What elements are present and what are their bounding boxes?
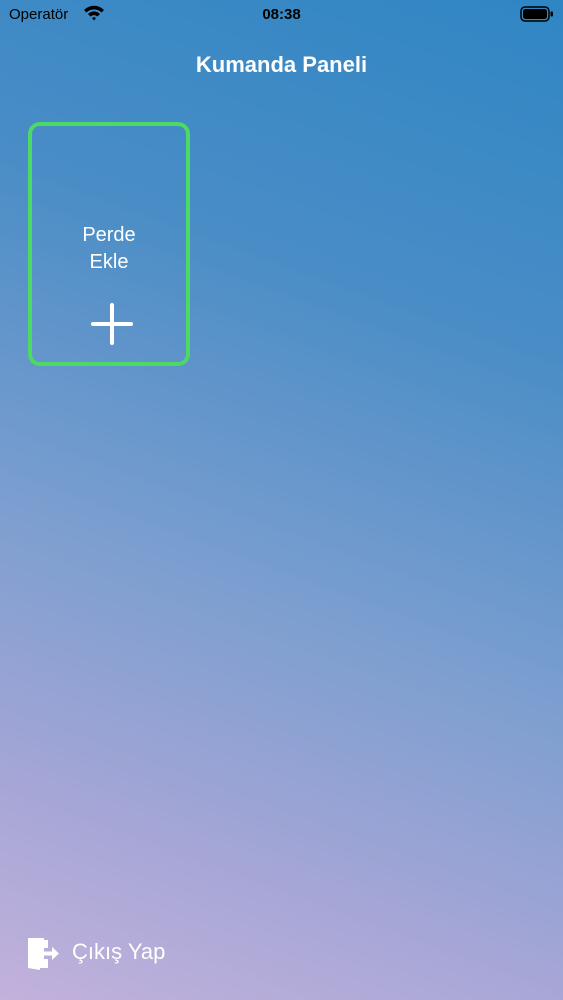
add-curtain-label: Perde Ekle xyxy=(82,224,136,273)
page-title: Kumanda Paneli xyxy=(195,52,368,77)
clock: 08:38 xyxy=(262,6,301,23)
battery-icon xyxy=(520,6,554,27)
door-exit-icon xyxy=(26,937,60,976)
logout-label: Çıkış Yap xyxy=(72,939,166,964)
plus-icon xyxy=(91,303,133,350)
status-bar: Operatör 08:38 xyxy=(0,0,563,30)
add-curtain-card[interactable]: Perde Ekle xyxy=(28,122,190,366)
